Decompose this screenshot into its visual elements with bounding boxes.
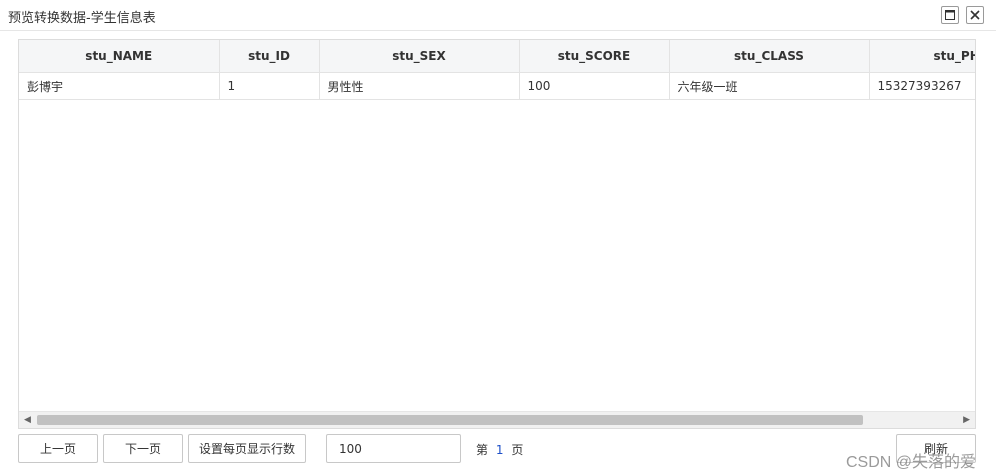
page-number: 1	[495, 443, 504, 457]
prev-page-button[interactable]: 上一页	[18, 434, 98, 463]
table-header-row: stu_NAME stu_ID stu_SEX stu_SCORE stu_CL…	[19, 40, 975, 73]
close-icon	[970, 10, 980, 20]
column-header[interactable]: stu_ID	[219, 40, 320, 73]
data-grid: stu_NAME stu_ID stu_SEX stu_SCORE stu_CL…	[18, 39, 976, 429]
scroll-left-icon[interactable]: ◀	[24, 415, 31, 425]
table-cell: 1	[219, 72, 320, 100]
table-cell: 100	[519, 72, 670, 100]
table-cell: 彭博宇	[19, 72, 220, 100]
table-cell: 男性性	[319, 72, 520, 100]
scroll-right-icon[interactable]: ▶	[963, 415, 970, 425]
page-prefix: 第	[476, 443, 489, 457]
page-suffix: 页	[511, 443, 524, 457]
next-page-button[interactable]: 下一页	[103, 434, 183, 463]
scrollbar-thumb[interactable]	[37, 415, 863, 425]
table-row[interactable]: 彭博宇 1 男性性 100 六年级一班 15327393267	[19, 72, 975, 100]
rows-per-page-input[interactable]	[326, 434, 461, 463]
column-header[interactable]: stu_PH	[869, 40, 975, 73]
column-header[interactable]: stu_NAME	[19, 40, 220, 73]
column-header[interactable]: stu_CLASS	[669, 40, 870, 73]
watermark: CSDN @失落的爱	[846, 454, 977, 471]
column-header[interactable]: stu_SEX	[319, 40, 520, 73]
table-cell: 六年级一班	[669, 72, 870, 100]
data-table: stu_NAME stu_ID stu_SEX stu_SCORE stu_CL…	[19, 40, 975, 100]
close-button[interactable]	[966, 6, 984, 24]
horizontal-scrollbar[interactable]: ◀ ▶	[19, 411, 975, 428]
window-title: 预览转换数据-学生信息表	[8, 11, 156, 26]
maximize-icon	[945, 10, 955, 20]
set-rows-per-page-button[interactable]: 设置每页显示行数	[188, 434, 306, 463]
maximize-button[interactable]	[941, 6, 959, 24]
window-titlebar: 预览转换数据-学生信息表	[0, 0, 996, 31]
table-cell: 15327393267	[869, 72, 975, 100]
page-indicator: 第 1 页	[476, 441, 523, 458]
column-header[interactable]: stu_SCORE	[519, 40, 670, 73]
